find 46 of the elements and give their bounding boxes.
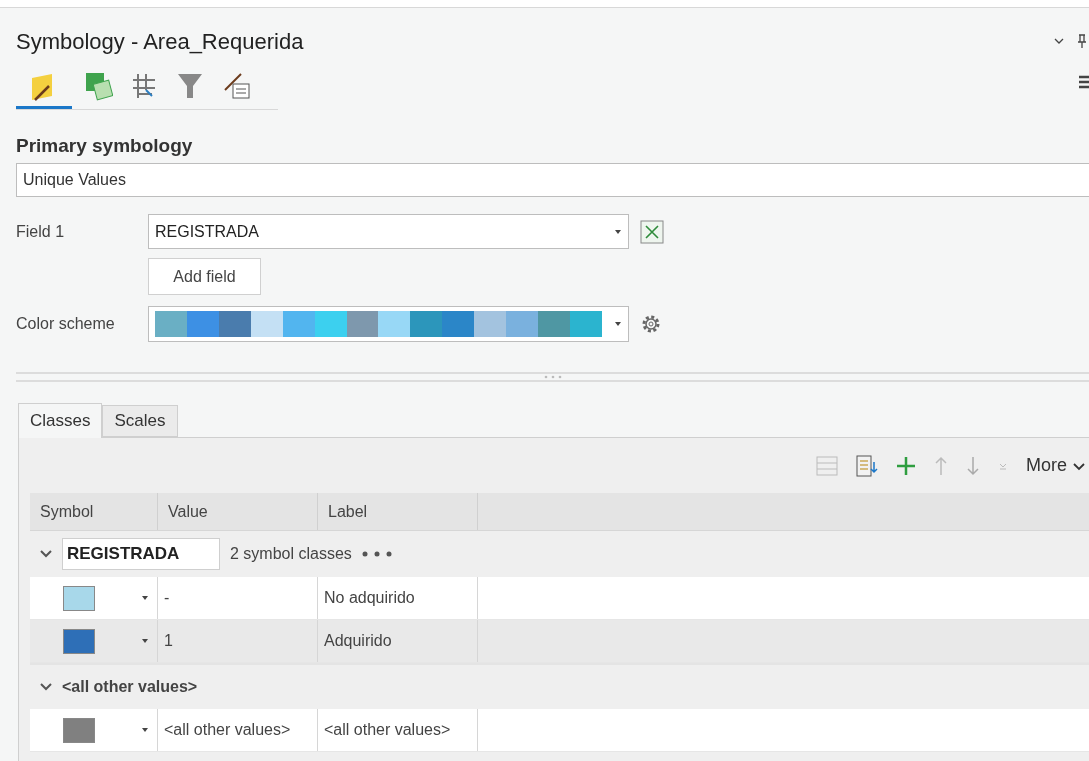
symbol-swatch[interactable] bbox=[63, 628, 95, 654]
add-field-button[interactable]: Add field bbox=[148, 258, 261, 295]
tab[interactable]: Classes bbox=[18, 403, 103, 438]
chevron-down-icon[interactable] bbox=[1073, 460, 1085, 471]
caret-icon[interactable] bbox=[141, 726, 149, 734]
add-icon[interactable] bbox=[896, 455, 916, 476]
table-row[interactable]: 1 Adquirido bbox=[30, 620, 1089, 663]
caret-icon[interactable] bbox=[614, 320, 622, 328]
color-scheme-dropdown[interactable] bbox=[148, 306, 629, 342]
window-title: Symbology - Area_Requerida bbox=[16, 27, 305, 56]
symbology-dropdown[interactable]: Unique Values bbox=[16, 163, 1089, 197]
caret-icon[interactable] bbox=[141, 637, 149, 645]
table-cell: Adquirido bbox=[318, 620, 478, 662]
column-header[interactable]: Symbol bbox=[30, 493, 158, 530]
field-dropdown[interactable]: REGISTRADA bbox=[148, 214, 629, 249]
column-header[interactable]: Label bbox=[318, 493, 478, 530]
table-row[interactable]: <all other values> <all other values> bbox=[30, 709, 1089, 752]
group-name: <all other values> bbox=[62, 677, 198, 697]
class-count: 2 symbol classes bbox=[230, 544, 352, 564]
pin-icon[interactable] bbox=[1077, 34, 1087, 48]
symbol-swatch[interactable] bbox=[63, 717, 95, 743]
chevron-down-icon[interactable] bbox=[40, 682, 52, 692]
section-heading: Primary symbology bbox=[16, 134, 194, 158]
import-icon[interactable] bbox=[856, 453, 878, 478]
field-label: Field 1 bbox=[16, 221, 66, 242]
layers-icon[interactable] bbox=[83, 70, 113, 102]
caret-icon[interactable] bbox=[614, 227, 622, 236]
table-cell: 1 bbox=[158, 620, 318, 662]
more-button[interactable]: More bbox=[1026, 452, 1085, 479]
expression-icon[interactable] bbox=[640, 219, 664, 244]
column-header[interactable]: Value bbox=[158, 493, 318, 530]
table-cell: <all other values> bbox=[158, 709, 318, 751]
table-cell: No adquirido bbox=[318, 577, 478, 619]
chevron-down-icon[interactable] bbox=[1053, 36, 1065, 46]
splitter-handle[interactable] bbox=[16, 372, 1089, 382]
symbol-swatch[interactable] bbox=[63, 585, 95, 611]
caret-icon[interactable] bbox=[141, 594, 149, 602]
more-options-icon[interactable] bbox=[361, 551, 392, 557]
group-name-field[interactable]: REGISTRADA bbox=[62, 538, 220, 570]
table-row[interactable]: - No adquirido bbox=[30, 577, 1089, 620]
table-cell: <all other values> bbox=[318, 709, 478, 751]
table-cell: - bbox=[158, 577, 318, 619]
grip-icon[interactable] bbox=[543, 375, 562, 379]
chevron-down-icon[interactable] bbox=[40, 549, 52, 559]
field-label: Color scheme bbox=[16, 314, 116, 334]
tab[interactable]: Scales bbox=[102, 405, 178, 437]
